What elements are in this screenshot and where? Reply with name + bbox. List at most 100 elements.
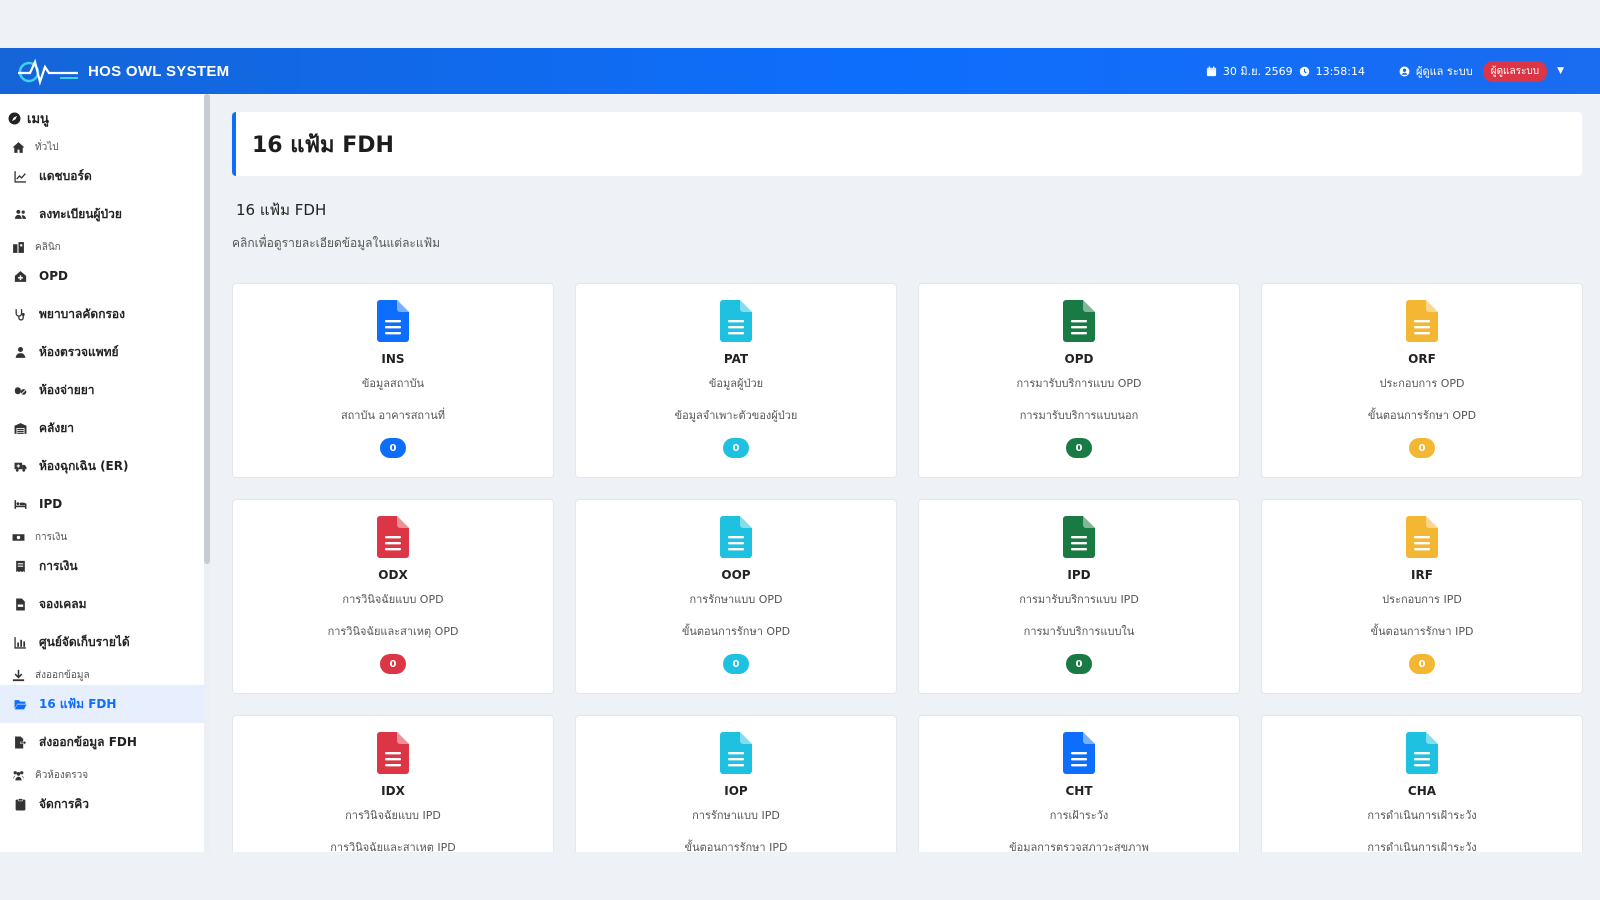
card-name: การดำเนินการเฝ้าระวัง [1367, 809, 1477, 822]
sidebar-scrollbar[interactable] [204, 94, 210, 852]
card-description: การมารับบริการแบบนอก [1019, 409, 1139, 422]
home-icon [12, 141, 25, 154]
clock-icon [1299, 66, 1309, 76]
sidebar-item-label: ส่งออกข้อมูล FDH [39, 734, 137, 749]
sidebar-item-users[interactable]: ลงทะเบียนผู้ป่วย [0, 195, 210, 233]
card-name: ประกอบการ OPD [1379, 377, 1465, 390]
queue-icon [12, 769, 25, 782]
chart-line-icon [14, 170, 27, 183]
file-export-icon [14, 736, 27, 749]
sidebar-item-bed[interactable]: IPD [0, 485, 210, 523]
chevron-down-icon[interactable]: ▼ [1557, 66, 1564, 76]
fdh-card-irf[interactable]: IRF ประกอบการ IPD ขั้นตอนการรักษา IPD 0 [1261, 499, 1583, 694]
user-circle-icon [1399, 66, 1410, 76]
calendar-icon [1206, 65, 1216, 76]
sidebar-item-clipboard[interactable]: จัดการคิว [0, 785, 210, 823]
sidebar-item-label: ลงทะเบียนผู้ป่วย [39, 206, 122, 221]
card-description: ข้อมูลจำเพาะตัวของผู้ป่วย [674, 409, 798, 422]
sidebar-item-label: พยาบาลคัดกรอง [39, 306, 125, 321]
record-count-badge: 0 [1409, 654, 1435, 674]
brand[interactable]: HOS OWL SYSTEM [16, 56, 229, 86]
clipboard-icon [14, 797, 27, 811]
sidebar-item-doctor[interactable]: ห้องตรวจแพทย์ [0, 333, 210, 371]
fdh-card-orf[interactable]: ORF ประกอบการ OPD ขั้นตอนการรักษา OPD 0 [1261, 283, 1583, 478]
card-name: ข้อมูลสถาบัน [361, 377, 425, 390]
file-alt-icon [1406, 516, 1438, 558]
sidebar-section-label: การเงิน [35, 531, 68, 543]
sidebar-item-label: ห้องตรวจแพทย์ [39, 344, 119, 359]
sidebar-section-clinic: คลินิก [0, 233, 210, 257]
sidebar-item-label: จัดการคิว [39, 796, 90, 811]
folder-open-icon [14, 698, 27, 711]
card-description: ขั้นตอนการรักษา OPD [681, 625, 791, 638]
sidebar-item-stethoscope[interactable]: พยาบาลคัดกรอง [0, 295, 210, 333]
receipt-icon [14, 560, 27, 573]
doctor-icon [14, 346, 27, 359]
sidebar-item-label: ศูนย์จัดเก็บรายได้ [39, 634, 130, 649]
role-badge: ผู้ดูแลระบบ [1482, 60, 1548, 82]
page-bottom-area [0, 852, 1600, 900]
sidebar-item-folder-open[interactable]: 16 แฟ้ม FDH [0, 685, 210, 723]
pills-icon [14, 384, 27, 397]
fdh-card-oop[interactable]: OOP การรักษาแบบ OPD ขั้นตอนการรักษา OPD 0 [575, 499, 897, 694]
card-description: ขั้นตอนการรักษา OPD [1367, 409, 1477, 422]
sidebar: เมนู ทั่วไป แดชบอร์ด ลงทะเบียนผู้ป่วย คลินิ… [0, 94, 210, 852]
sidebar-item-receipt[interactable]: การเงิน [0, 547, 210, 585]
app-title: HOS OWL SYSTEM [88, 62, 230, 80]
sidebar-item-label: การเงิน [39, 558, 78, 573]
sidebar-item-label: คลังยา [39, 420, 75, 435]
sidebar-section-label: คิวห้องตรวจ [35, 769, 89, 781]
file-invoice-icon [14, 598, 27, 611]
file-alt-icon [377, 516, 409, 558]
card-name: การเฝ้าระวัง [1049, 809, 1109, 822]
file-alt-icon [377, 732, 409, 774]
sidebar-item-file-export[interactable]: ส่งออกข้อมูล FDH [0, 723, 210, 761]
nav-right: 30 มิ.ย. 2569 13:58:14 ผู้ดูแล ระบบ ผู้ด… [1206, 60, 1584, 82]
download-icon [12, 669, 25, 682]
sidebar-section-money: การเงิน [0, 523, 210, 547]
card-name: ประกอบการ IPD [1382, 593, 1462, 606]
card-code: PAT [723, 352, 749, 366]
card-code: CHT [1065, 784, 1093, 798]
sidebar-section-home: ทั่วไป [0, 133, 210, 157]
sidebar-item-label: จองเคลม [39, 596, 87, 611]
warehouse-icon [14, 422, 27, 435]
file-alt-icon [1063, 300, 1095, 342]
sidebar-scroll-thumb[interactable] [204, 94, 210, 564]
sidebar-item-warehouse[interactable]: คลังยา [0, 409, 210, 447]
section-title: 16 แฟ้ม FDH [236, 201, 327, 219]
sidebar-menu: ทั่วไป แดชบอร์ดลงทะเบียนผู้ป่วยคลินิก OPD พ… [0, 133, 210, 823]
card-code: IDX [381, 784, 405, 798]
fdh-card-ins[interactable]: INS ข้อมูลสถาบัน สถาบัน อาคารสถานที่ 0 [232, 283, 554, 478]
card-description: สถาบัน อาคารสถานที่ [340, 409, 446, 422]
card-code: CHA [1407, 784, 1437, 798]
card-code: INS [381, 352, 405, 366]
file-alt-icon [720, 516, 752, 558]
record-count-badge: 0 [1409, 438, 1435, 458]
sidebar-item-chart-bar[interactable]: ศูนย์จัดเก็บรายได้ [0, 623, 210, 661]
money-icon [12, 531, 25, 544]
current-time: 13:58:14 [1315, 64, 1365, 78]
top-navbar: HOS OWL SYSTEM 30 มิ.ย. 2569 13:58:14 ผู… [0, 48, 1600, 94]
chart-bar-icon [14, 636, 27, 649]
sidebar-item-clinic-medical[interactable]: OPD [0, 257, 210, 295]
sidebar-item-label: IPD [39, 497, 63, 511]
sidebar-item-chart-line[interactable]: แดชบอร์ด [0, 157, 210, 195]
sidebar-item-file-invoice[interactable]: จองเคลม [0, 585, 210, 623]
fdh-card-odx[interactable]: ODX การวินิจฉัยแบบ OPD การวินิจฉัยและสาเหต… [232, 499, 554, 694]
card-code: IPD [1067, 568, 1091, 582]
fdh-file-grid: INS ข้อมูลสถาบัน สถาบัน อาคารสถานที่ 0 PAT ข้… [232, 283, 1583, 900]
file-alt-icon [1406, 300, 1438, 342]
sidebar-item-ambulance[interactable]: ห้องฉุกเฉิน (ER) [0, 447, 210, 485]
record-count-badge: 0 [1066, 438, 1092, 458]
user-name[interactable]: ผู้ดูแล ระบบ [1416, 62, 1473, 80]
file-alt-icon [1063, 516, 1095, 558]
sidebar-item-label: ห้องจ่ายยา [39, 382, 95, 397]
sidebar-item-pills[interactable]: ห้องจ่ายยา [0, 371, 210, 409]
stethoscope-icon [14, 308, 27, 321]
page-title: 16 แฟ้ม FDH [252, 132, 394, 158]
compass-icon [8, 112, 21, 125]
fdh-card-opd[interactable]: OPD การมารับบริการแบบ OPD การมารับบริการแบ… [918, 283, 1240, 478]
fdh-card-ipd[interactable]: IPD การมารับบริการแบบ IPD การมารับบริการแบ… [918, 499, 1240, 694]
fdh-card-pat[interactable]: PAT ข้อมูลผู้ป่วย ข้อมูลจำเพาะตัวของผู้ป่ว… [575, 283, 897, 478]
